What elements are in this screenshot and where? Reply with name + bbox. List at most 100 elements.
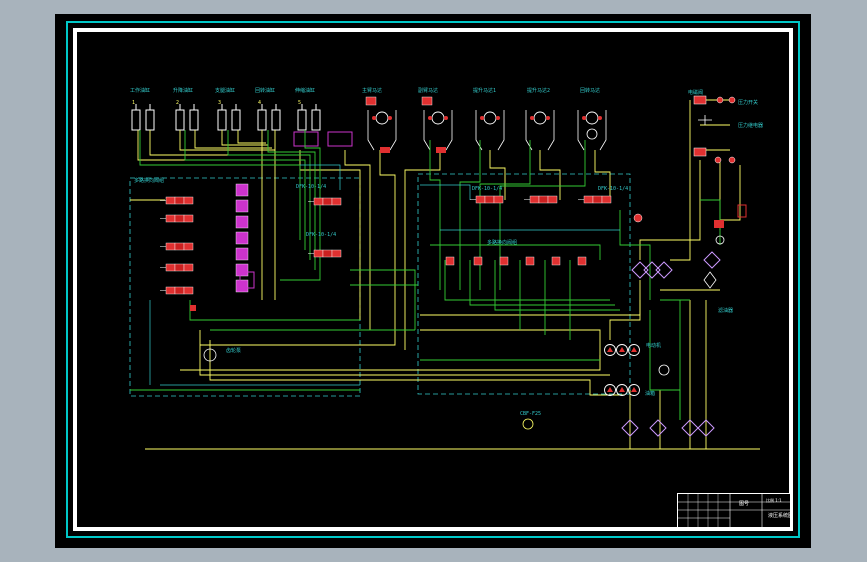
valve-label-2: DFK-10-1/4 — [306, 232, 336, 238]
filter-group — [621, 251, 721, 437]
motor-2-port-b — [444, 116, 448, 120]
valve-label-4: DFK-10-1/4 — [598, 186, 628, 192]
relay-2-icon — [728, 156, 736, 164]
right-valve-3-c — [601, 195, 612, 204]
right-valve-bank — [470, 195, 612, 204]
top-label-2: 升降油缸 — [173, 87, 193, 94]
left-valve-3-a — [165, 242, 176, 251]
top-label-6: 主臂马达 — [362, 87, 382, 94]
relief-valve-3 — [499, 256, 509, 266]
filter-7-icon — [643, 261, 661, 279]
cylinder-number-3-a: 3 — [218, 100, 221, 106]
cylinder-3-a — [217, 109, 227, 131]
pump-label-3: CBF-F25 — [520, 411, 541, 417]
motor-4-port-b — [546, 116, 550, 120]
mid-valve-2-c — [331, 249, 342, 258]
motor-4-port-a — [530, 116, 534, 120]
small-valve-row — [239, 96, 587, 289]
cylinder-4-b — [271, 109, 281, 131]
filter-8-icon — [655, 261, 673, 279]
relay-1-icon — [714, 156, 722, 164]
gauge-cluster — [203, 348, 670, 430]
right-valve-1-b — [484, 195, 495, 204]
left-valve-2-c — [183, 214, 194, 223]
pressure-switch-2-icon — [728, 96, 736, 104]
left-stack-valve-3 — [235, 215, 249, 229]
top-label-8: 提升马达1 — [473, 87, 496, 94]
solenoid-valve-1 — [693, 95, 707, 105]
motor-3-icon — [483, 111, 497, 125]
balance-valve-1 — [380, 147, 390, 153]
left-valve-5-b — [174, 286, 185, 295]
relief-valve-6 — [577, 256, 587, 266]
left-stack-valve-4 — [235, 231, 249, 245]
left-valve-4-b — [174, 263, 185, 272]
lock-valve-block-1 — [293, 131, 319, 147]
title-block-scale: 比例 1:1 — [766, 498, 782, 503]
valve-label-1: DFK-10-1/4 — [296, 184, 326, 190]
throttle-valve-icon — [703, 271, 717, 289]
right-valve-2-c — [547, 195, 558, 204]
right-valve-2-b — [538, 195, 549, 204]
right-top-label-1: 电磁阀 — [688, 89, 703, 96]
left-valve-1-a — [165, 196, 176, 205]
left-valve-5-c — [183, 286, 194, 295]
left-valve-bank — [160, 183, 342, 311]
top-label-5: 伸缩油缸 — [295, 87, 315, 94]
top-label-1: 工作油缸 — [130, 87, 150, 94]
motor-2-housing — [423, 110, 453, 151]
mid-valve-1-b — [322, 197, 333, 206]
motor-5-port-b — [598, 116, 602, 120]
accumulator-icon — [737, 204, 747, 218]
cylinder-2-b — [189, 109, 199, 131]
left-valve-1-c — [183, 196, 194, 205]
left-valve-2-a — [165, 214, 176, 223]
motor-5-icon — [585, 111, 599, 125]
filter-6-icon — [631, 261, 649, 279]
filter-label: 滤油器 — [718, 307, 733, 314]
motor-1-housing — [367, 110, 397, 151]
right-valve-3-a — [583, 195, 594, 204]
motor-5-secondary-icon — [586, 128, 598, 140]
motor-5-housing — [577, 110, 607, 151]
relief-valve-icon — [633, 213, 643, 223]
motor-1-icon — [375, 111, 389, 125]
motor-3-port-b — [496, 116, 500, 120]
mid-valve-2-b — [322, 249, 333, 258]
frame-inner-border — [73, 28, 793, 531]
pump-label-1: 齿轮泵 — [226, 347, 241, 354]
left-stack-valve-6 — [235, 263, 249, 277]
relief-valve-1 — [445, 256, 455, 266]
left-valve-5-a — [165, 286, 176, 295]
brake-valve-2 — [421, 96, 433, 106]
top-label-7: 副臂马达 — [418, 87, 438, 94]
cylinder-1-a — [131, 109, 141, 131]
left-valve-3-b — [174, 242, 185, 251]
motor-row — [367, 110, 607, 151]
left-block-label: 多路换向阀组 — [134, 177, 164, 184]
left-check-valve — [190, 305, 196, 311]
cylinder-3-b — [231, 109, 241, 131]
pump-2-arrow — [619, 347, 625, 352]
left-valve-3-c — [183, 242, 194, 251]
right-top-label-2: 压力开关 — [738, 99, 758, 106]
pump-3-arrow — [631, 347, 637, 352]
valve-label-3: DFK-10-1/4 — [472, 186, 502, 192]
top-label-9: 提升马达2 — [527, 87, 550, 94]
relief-valve-5 — [551, 256, 561, 266]
cylinder-number-4-a: 4 — [258, 100, 261, 106]
pump-6-arrow — [631, 387, 637, 392]
right-valve-2-a — [529, 195, 540, 204]
cylinder-4-a — [257, 109, 267, 131]
lock-valve-block-2 — [327, 131, 353, 147]
hydraulic-schematic: 工作油缸 升降油缸 支腿油缸 回转油缸 伸缩油缸 主臂马达 副臂马达 提升马达1 提升马达2 回转… — [66, 21, 800, 538]
motor-1-port-b — [388, 116, 392, 120]
check-valve-icon — [714, 220, 724, 228]
cylinder-1-b — [145, 109, 155, 131]
cylinder-5-b — [311, 109, 321, 131]
right-valve-1-c — [493, 195, 504, 204]
mid-valve-1-c — [331, 197, 342, 206]
motor-1-port-a — [372, 116, 376, 120]
cylinder-number-1-a: 1 — [132, 100, 135, 106]
left-valve-2-b — [174, 214, 185, 223]
